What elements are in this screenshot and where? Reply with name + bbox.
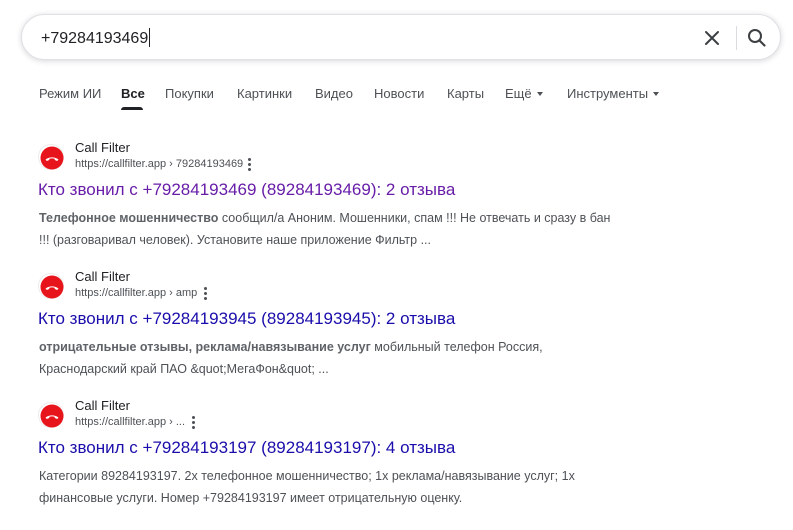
snippet-text: Категории 89284193197. 2x телефонное мош… — [39, 469, 575, 505]
tab-news[interactable]: Новости — [374, 86, 424, 102]
search-result: Call Filter https://callfilter.app › 792… — [38, 138, 618, 247]
close-icon — [705, 31, 719, 45]
tab-label: Все — [121, 86, 145, 101]
phone-hangup-icon — [40, 404, 64, 428]
active-tab-indicator — [121, 107, 143, 110]
search-result: Call Filter https://callfilter.app › ...… — [38, 396, 618, 505]
chevron-down-icon — [653, 92, 660, 96]
search-bar[interactable]: +79284193469 — [21, 14, 781, 60]
tab-label: Ещё — [505, 86, 532, 101]
more-options-button[interactable] — [187, 415, 199, 429]
result-snippet: Телефонное мошенничество сообщил/а Анони… — [39, 207, 619, 251]
tab-maps[interactable]: Карты — [447, 86, 484, 102]
site-favicon — [38, 273, 64, 299]
tab-label: Видео — [315, 86, 353, 101]
snippet-highlight: отрицательные отзывы, реклама/навязывани… — [39, 340, 371, 354]
site-url: https://callfilter.app › 79284193469 — [75, 158, 244, 170]
site-url: https://callfilter.app › amp — [75, 287, 198, 299]
search-button[interactable] — [743, 24, 771, 52]
result-source[interactable]: Call Filter https://callfilter.app › amp — [38, 267, 618, 303]
site-favicon — [38, 144, 64, 170]
site-favicon — [38, 402, 64, 428]
snippet-highlight: Телефонное мошенничество — [39, 211, 219, 225]
tab-label: Режим ИИ — [39, 86, 102, 101]
site-name: Call Filter — [75, 398, 130, 413]
result-snippet: Категории 89284193197. 2x телефонное мош… — [39, 465, 619, 509]
tab-shopping[interactable]: Покупки — [165, 86, 214, 102]
tab-tools[interactable]: Инструменты — [567, 86, 660, 102]
tab-label: Картинки — [237, 86, 293, 101]
site-name: Call Filter — [75, 269, 130, 284]
search-query-text: +79284193469 — [41, 30, 149, 47]
result-source[interactable]: Call Filter https://callfilter.app › ... — [38, 396, 618, 432]
search-icon — [748, 29, 766, 47]
site-url: https://callfilter.app › ... — [75, 416, 186, 428]
more-options-button[interactable] — [243, 157, 255, 171]
result-title-link[interactable]: Кто звонил с +79284193945 (89284193945):… — [38, 308, 455, 330]
search-result: Call Filter https://callfilter.app › amp… — [38, 267, 618, 376]
more-options-button[interactable] — [199, 286, 211, 300]
tab-more[interactable]: Ещё — [505, 86, 543, 102]
tab-label: Новости — [374, 86, 425, 101]
phone-hangup-icon — [40, 275, 64, 299]
tab-images[interactable]: Картинки — [237, 86, 292, 102]
tab-label: Инструменты — [567, 86, 649, 101]
chevron-down-icon — [536, 92, 543, 96]
tab-label: Покупки — [165, 86, 214, 101]
tab-label: Карты — [447, 86, 485, 101]
tab-ai-mode[interactable]: Режим ИИ — [39, 86, 101, 102]
result-source[interactable]: Call Filter https://callfilter.app › 792… — [38, 138, 618, 174]
search-tabs: Режим ИИ Все Покупки Картинки Видео Ново… — [0, 78, 793, 110]
result-snippet: отрицательные отзывы, реклама/навязывани… — [39, 336, 619, 380]
text-caret — [149, 28, 151, 47]
search-bar-divider — [736, 26, 737, 50]
clear-button[interactable] — [700, 26, 724, 50]
site-name: Call Filter — [75, 140, 130, 155]
result-title-link[interactable]: Кто звонил с +79284193469 (89284193469):… — [38, 179, 455, 201]
tab-all[interactable]: Все — [121, 86, 145, 102]
phone-hangup-icon — [40, 146, 64, 170]
result-title-link[interactable]: Кто звонил с +79284193197 (89284193197):… — [38, 437, 455, 459]
tab-videos[interactable]: Видео — [315, 86, 353, 102]
search-input[interactable]: +79284193469 — [41, 28, 151, 49]
